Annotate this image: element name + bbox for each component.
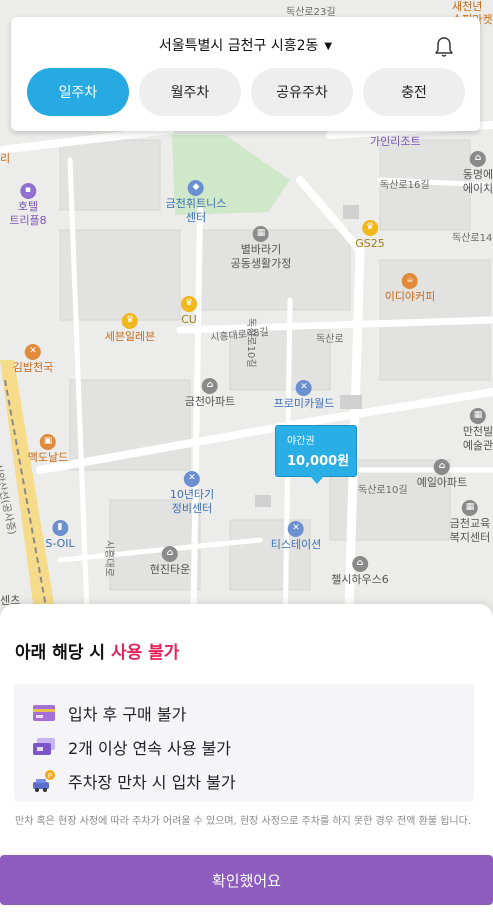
poi-apartment[interactable]: ⌂ 현진타운 xyxy=(150,546,190,577)
poi-label: 가인리조트 xyxy=(370,135,421,148)
price-marker-tier: 야간권 xyxy=(287,436,315,447)
parking-type-tabs: 일주차 월주차 공유주차 충전 xyxy=(27,68,465,116)
sheet-title-prefix: 아래 해당 시 xyxy=(15,643,111,663)
road-label: 시흥대로 xyxy=(103,540,114,577)
road-label: 독산로16길 xyxy=(380,180,430,191)
tab-charging[interactable]: 충전 xyxy=(363,68,465,116)
poi-cu[interactable]: ♛ CU xyxy=(181,296,197,327)
tab-shared[interactable]: 공유주차 xyxy=(251,68,353,116)
poi-label: 맥도날드 xyxy=(27,451,69,464)
convenience-store-icon: ♛ xyxy=(121,313,138,329)
price-marker[interactable]: 야간권 10,000원 xyxy=(275,425,357,484)
list-item: P 주차장 만차 시 입차 불가 xyxy=(32,764,474,798)
poi-label: 금천교육 복지센터 xyxy=(449,517,491,544)
restriction-text: 2개 이상 연속 사용 불가 xyxy=(68,739,232,758)
poi-label: 리 xyxy=(0,152,11,165)
poi-building[interactable]: ▦ 만천빌 예술관 xyxy=(463,408,493,453)
poi-kimbap[interactable]: ✕ 김밥천국 xyxy=(13,344,53,375)
poi-label: 이디야커피 xyxy=(384,290,436,303)
poi-label: 만천빌 예술관 xyxy=(462,425,493,452)
caret-down-icon: ▼ xyxy=(324,41,333,52)
poi-apartment[interactable]: ⌂ 금천아파트 xyxy=(184,378,236,409)
poi-label: 프로미카월드 xyxy=(273,397,335,410)
bell-icon[interactable] xyxy=(434,36,454,58)
apartment-icon: ⌂ xyxy=(161,546,178,562)
road-label: 독산로14 xyxy=(452,233,493,244)
road-label: 독산로 xyxy=(316,334,344,345)
poi-seven-eleven[interactable]: ♛ 세븐일레븐 xyxy=(104,313,156,344)
restriction-sheet: 아래 해당 시 사용 불가 입차 후 구매 불가 2개 이상 연속 사용 불가 … xyxy=(0,604,493,912)
restriction-text: 입차 후 구매 불가 xyxy=(68,705,187,724)
road-label: 독산로23길 xyxy=(286,7,336,18)
header-card: 서울특별시 금천구 시흥2동 ▼ 일주차 월주차 공유주차 충전 xyxy=(11,17,480,131)
convenience-store-icon: ♛ xyxy=(361,220,378,236)
parking-car-icon: P xyxy=(32,769,56,793)
poi-label: 금천휘트니스 센터 xyxy=(165,197,227,224)
poi-label: 호텔 트리플8 xyxy=(9,200,47,227)
apartment-icon: ⌂ xyxy=(470,151,486,167)
car-service-icon: ✕ xyxy=(295,380,312,396)
tab-daily[interactable]: 일주차 xyxy=(27,68,129,116)
poi-label: 세븐일레븐 xyxy=(104,330,156,343)
list-item: 입차 후 구매 불가 xyxy=(32,696,474,730)
poi-building[interactable]: ▦ 금천교육 복지센터 xyxy=(450,500,490,545)
tab-monthly[interactable]: 월주차 xyxy=(139,68,241,116)
road-label: 독산로10길 xyxy=(358,485,408,496)
restriction-text: 주차장 만차 시 입차 불가 xyxy=(68,773,236,792)
hotel-icon: ▪ xyxy=(19,183,36,199)
poi-car-service[interactable]: ✕ 10년타기 정비센터 xyxy=(170,471,214,516)
poi-gs25[interactable]: ♛ GS25 xyxy=(355,220,385,251)
poi-apartment[interactable]: ⌂ 예일아파트 xyxy=(416,459,468,490)
poi-label: 김밥천국 xyxy=(12,361,54,374)
poi-car-service[interactable]: ✕ 티스테이션 xyxy=(270,521,322,552)
restaurant-icon: ✕ xyxy=(24,344,41,360)
sheet-title: 아래 해당 시 사용 불가 xyxy=(15,638,179,663)
fine-print: 만차 혹은 현장 사정에 따라 주차가 어려울 수 있으며, 현장 사정으로 주… xyxy=(15,816,471,827)
poi-label: 첼시하우스6 xyxy=(331,573,389,586)
location-selector[interactable]: 서울특별시 금천구 시흥2동 ▼ xyxy=(11,35,480,55)
location-label: 서울특별시 금천구 시흥2동 xyxy=(158,38,319,54)
building-icon: ▦ xyxy=(252,226,269,242)
apartment-icon: ⌂ xyxy=(351,556,368,572)
poi-label: CU xyxy=(181,313,197,326)
poi-label: 10년타기 정비센터 xyxy=(169,488,215,515)
poi-label: S-OIL xyxy=(45,537,75,550)
cafe-icon: ☕ xyxy=(401,273,418,289)
poi-hotel[interactable]: ▪ 호텔 트리플8 xyxy=(9,183,47,228)
gas-station-icon: ▮ xyxy=(51,520,68,536)
restriction-list: 입차 후 구매 불가 2개 이상 연속 사용 불가 P 주차장 만차 시 입차 … xyxy=(14,684,474,802)
list-item: 2개 이상 연속 사용 불가 xyxy=(32,730,474,764)
poi-label: 별바라기 공동생활가정 xyxy=(230,243,292,270)
poi-mcdonalds[interactable]: ▣ 맥도날드 xyxy=(28,434,68,465)
gym-icon: ◆ xyxy=(187,180,204,196)
poi-apartment[interactable]: ⌂ 동명에 에이치 xyxy=(463,151,493,196)
apartment-icon: ⌂ xyxy=(433,459,450,475)
poi-label: 티스테이션 xyxy=(270,538,322,551)
sheet-title-highlight: 사용 불가 xyxy=(110,643,180,663)
poi-building[interactable]: ▦ 별바라기 공동생활가정 xyxy=(230,226,292,271)
restaurant-icon: ▣ xyxy=(39,434,56,450)
poi-car-service[interactable]: ✕ 프로미카월드 xyxy=(273,380,335,411)
road-label: 독산로10길 xyxy=(245,318,256,368)
poi-gas-station[interactable]: ▮ S-OIL xyxy=(45,520,75,551)
price-marker-price: 10,000원 xyxy=(287,454,350,469)
poi-label: 금천아파트 xyxy=(184,395,236,408)
poi-label: 현진타운 xyxy=(149,563,191,576)
svg-text:P: P xyxy=(48,772,52,780)
building-icon: ▦ xyxy=(470,408,486,424)
credit-card-icon xyxy=(32,701,56,725)
car-service-icon: ✕ xyxy=(183,471,200,487)
poi-label: 예일아파트 xyxy=(416,476,468,489)
tickets-icon xyxy=(32,735,56,759)
convenience-store-icon: ♛ xyxy=(181,296,197,312)
car-service-icon: ✕ xyxy=(287,521,304,537)
apartment-icon: ⌂ xyxy=(201,378,218,394)
poi-gym[interactable]: ◆ 금천휘트니스 센터 xyxy=(165,180,227,225)
poi-apartment[interactable]: ⌂ 첼시하우스6 xyxy=(331,556,389,587)
confirm-button[interactable]: 확인했어요 xyxy=(0,855,493,905)
poi-ediya[interactable]: ☕ 이디야커피 xyxy=(384,273,436,304)
poi-label: GS25 xyxy=(355,237,385,250)
building-icon: ▦ xyxy=(461,500,478,516)
poi-label: 동명에 에이치 xyxy=(462,168,493,195)
